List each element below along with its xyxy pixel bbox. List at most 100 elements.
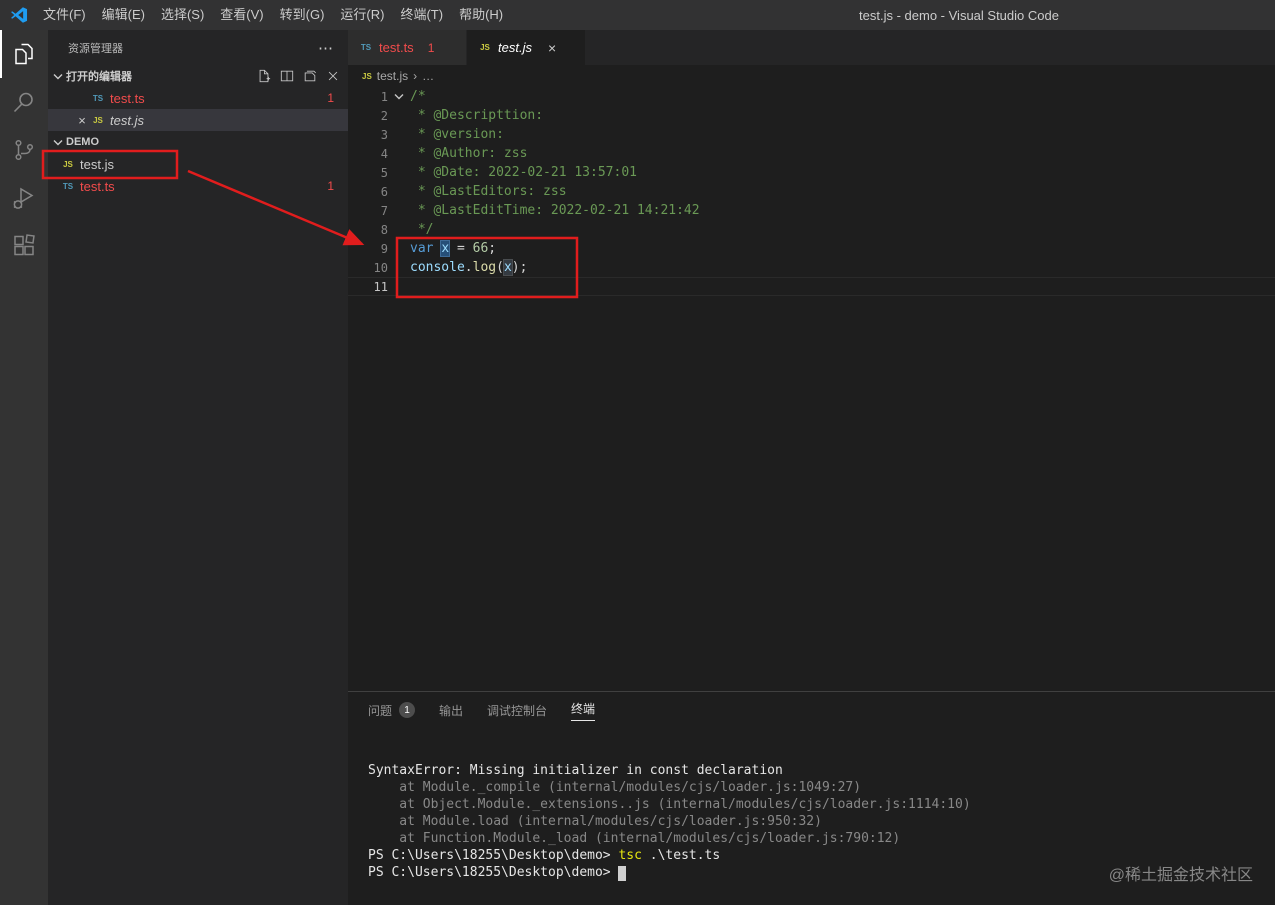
line-number[interactable]: 11 xyxy=(348,280,388,294)
code-token[interactable]: log xyxy=(473,260,496,275)
line-number[interactable]: 5 xyxy=(348,166,388,180)
panel-tab-terminal[interactable]: 终端 xyxy=(559,692,607,728)
line-number[interactable]: 8 xyxy=(348,223,388,237)
terminal-line: at Module.load (internal/modules/cjs/loa… xyxy=(368,813,1265,830)
close-all-icon[interactable] xyxy=(326,69,340,83)
code-text[interactable]: console.log(x); xyxy=(410,259,528,276)
terminal-text: at Module._compile (internal/modules/cjs… xyxy=(368,780,862,795)
code-token[interactable]: 66 xyxy=(473,241,489,256)
breadcrumb-more[interactable]: … xyxy=(422,69,434,83)
code-text[interactable]: * @Date: 2022-02-21 13:57:01 xyxy=(410,165,637,180)
source-control-icon[interactable] xyxy=(0,126,48,174)
line-number[interactable]: 6 xyxy=(348,185,388,199)
save-all-icon[interactable] xyxy=(303,69,317,83)
extensions-icon[interactable] xyxy=(0,222,48,270)
code-token[interactable]: x xyxy=(440,240,451,257)
code-text[interactable]: * @LastEditTime: 2022-02-21 14:21:42 xyxy=(410,203,700,218)
open-editors-label: 打开的编辑器 xyxy=(66,71,132,83)
panel-tab-problems[interactable]: 问题 1 xyxy=(356,692,427,728)
code-token[interactable]: * @LastEditors: zss xyxy=(410,184,567,199)
menu-file[interactable]: 文件(F) xyxy=(35,0,94,30)
menu-view[interactable]: 查看(V) xyxy=(212,0,271,30)
code-editor[interactable]: 1 /* 2 * @Descripttion: 3 * @version: 4 * … xyxy=(348,87,1275,692)
panel-tab-label: 问题 xyxy=(368,703,393,718)
open-editors-header[interactable]: 打开的编辑器 xyxy=(48,65,348,87)
terminal-text: at Module.load (internal/modules/cjs/loa… xyxy=(368,814,822,829)
line-number[interactable]: 7 xyxy=(348,204,388,218)
line-number[interactable]: 3 xyxy=(348,128,388,142)
close-icon[interactable]: × xyxy=(548,40,556,56)
run-debug-icon[interactable] xyxy=(0,174,48,222)
panel-tab-debug-console[interactable]: 调试控制台 xyxy=(475,692,559,728)
tab-label: test.ts xyxy=(379,40,414,55)
line-number[interactable]: 9 xyxy=(348,242,388,256)
code-text[interactable]: * @Author: zss xyxy=(410,146,528,161)
code-text[interactable]: */ xyxy=(410,222,434,237)
line-number[interactable]: 2 xyxy=(348,109,388,123)
open-editor-item[interactable]: TS test.ts 1 xyxy=(48,87,348,109)
code-token[interactable]: ); xyxy=(512,260,528,275)
fold-icon[interactable] xyxy=(388,93,410,100)
code-text[interactable]: /* xyxy=(410,89,426,104)
window-title: test.js - demo - Visual Studio Code xyxy=(859,7,1059,23)
chevron-down-icon xyxy=(53,73,63,80)
menu-edit[interactable]: 编辑(E) xyxy=(94,0,153,30)
panel-tab-output[interactable]: 输出 xyxy=(427,692,475,728)
terminal-line: at Object.Module._extensions..js (intern… xyxy=(368,796,1265,813)
close-icon[interactable]: × xyxy=(74,113,90,128)
code-text[interactable]: * @Descripttion: xyxy=(410,108,551,123)
code-text[interactable]: var x = 66; xyxy=(410,240,496,257)
line-number[interactable]: 10 xyxy=(348,261,388,275)
menu-run[interactable]: 运行(R) xyxy=(332,0,392,30)
search-icon[interactable] xyxy=(0,78,48,126)
chevron-down-icon xyxy=(53,139,63,146)
open-editors-list: TS test.ts 1 × JS test.js xyxy=(48,87,348,131)
tab-test.js[interactable]: JS test.js × xyxy=(467,30,585,65)
menu-selection[interactable]: 选择(S) xyxy=(153,0,212,30)
tab-label: test.js xyxy=(498,40,532,55)
code-token[interactable]: * @Descripttion: xyxy=(410,108,551,123)
code-text[interactable]: * @version: xyxy=(410,127,512,142)
code-token[interactable]: * @LastEditTime: 2022-02-21 14:21:42 xyxy=(410,203,700,218)
more-actions-icon[interactable]: ⋯ xyxy=(318,39,334,57)
code-token[interactable]: * @version: xyxy=(410,127,512,142)
code-text[interactable]: * @LastEditors: zss xyxy=(410,184,567,199)
open-editor-item[interactable]: × JS test.js xyxy=(48,109,348,131)
tree-item[interactable]: TS test.ts 1 xyxy=(48,175,348,197)
line-number[interactable]: 4 xyxy=(348,147,388,161)
code-token[interactable]: = xyxy=(449,241,472,256)
menu-help[interactable]: 帮助(H) xyxy=(451,0,511,30)
folder-section-header[interactable]: DEMO xyxy=(48,131,348,153)
code-token[interactable]: * @Author: zss xyxy=(410,146,528,161)
file-label: test.ts xyxy=(80,178,115,194)
code-line: 8 */ xyxy=(348,220,1275,239)
code-token[interactable]: . xyxy=(465,260,473,275)
code-token[interactable]: */ xyxy=(410,222,434,237)
terminal-text: PS C:\Users\18255\Desktop\demo> xyxy=(368,865,619,880)
breadcrumb-file[interactable]: test.js xyxy=(377,69,408,83)
sidebar: 资源管理器 ⋯ 打开的编辑器 TS test.ts 1 × JS test.js DEMO… xyxy=(48,30,348,905)
new-file-icon[interactable] xyxy=(257,69,271,83)
explorer-icon[interactable] xyxy=(0,30,48,78)
sidebar-header: 资源管理器 ⋯ xyxy=(48,30,348,65)
code-token[interactable]: * @Date: 2022-02-21 13:57:01 xyxy=(410,165,637,180)
watermark: @稀土掘金技术社区 xyxy=(1108,867,1253,884)
vscode-logo-icon xyxy=(9,5,29,25)
menu-go[interactable]: 转到(G) xyxy=(272,0,333,30)
terminal-cursor xyxy=(618,866,627,881)
code-token[interactable]: ( xyxy=(496,260,504,275)
tree-item[interactable]: JS test.js xyxy=(48,153,348,175)
tab-test.ts[interactable]: TS test.ts 1 xyxy=(348,30,466,65)
problems-count-badge: 1 xyxy=(399,702,416,718)
menu-terminal[interactable]: 终端(T) xyxy=(392,0,451,30)
code-token[interactable]: var xyxy=(410,241,433,256)
terminal-text: at Function.Module._load (internal/modul… xyxy=(368,831,901,846)
line-number[interactable]: 1 xyxy=(348,90,388,104)
file-label: test.js xyxy=(80,156,114,172)
code-token[interactable]: console xyxy=(410,260,465,275)
code-token[interactable]: ; xyxy=(488,241,496,256)
code-token[interactable]: /* xyxy=(410,89,426,104)
split-editor-icon[interactable] xyxy=(280,69,294,83)
folder-name-label: DEMO xyxy=(66,136,99,148)
code-token[interactable]: x xyxy=(502,259,513,276)
